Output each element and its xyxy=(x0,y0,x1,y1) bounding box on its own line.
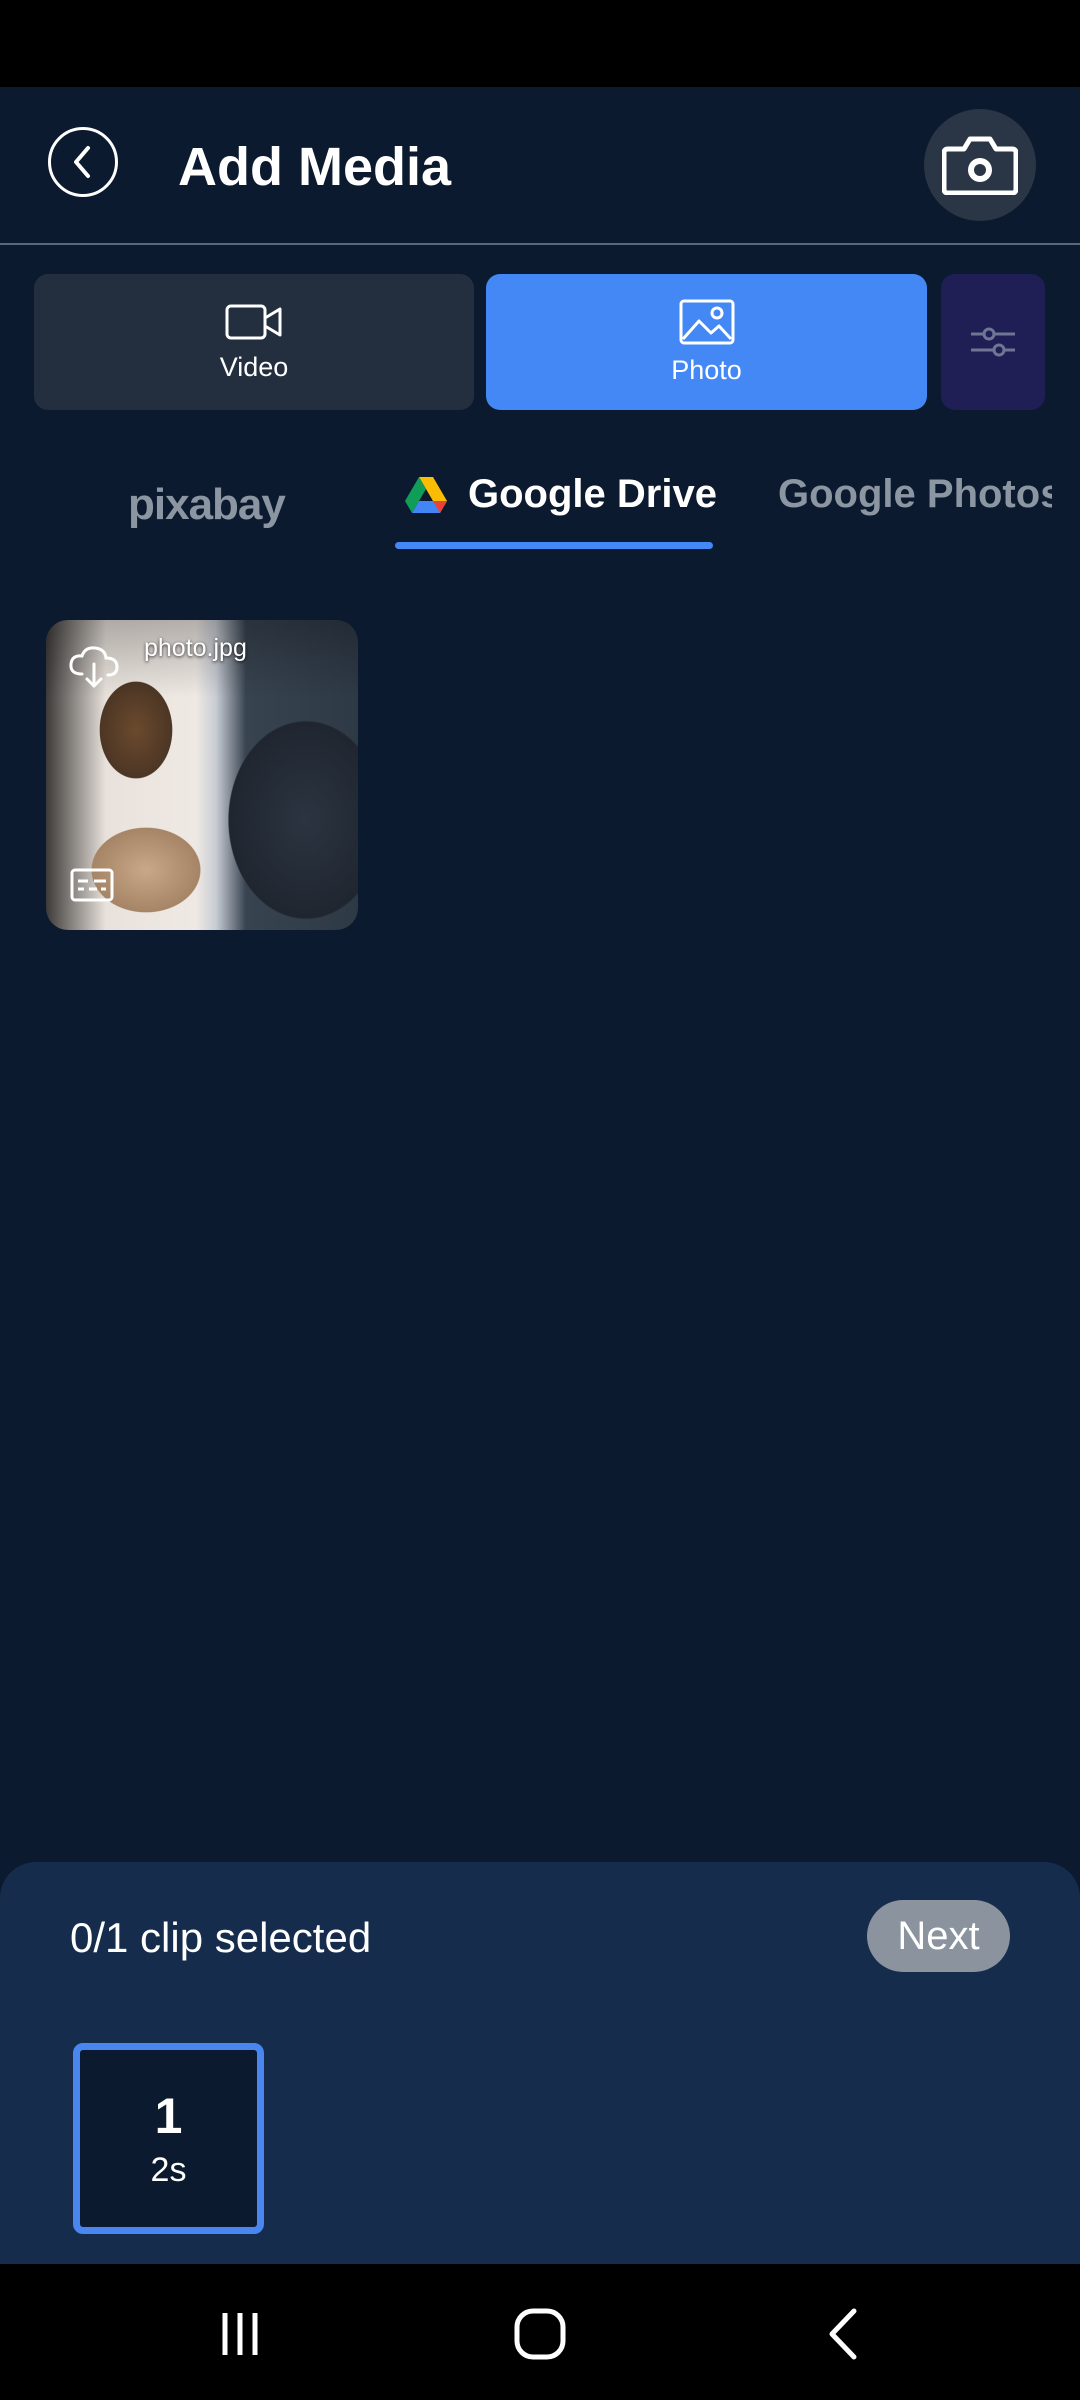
camera-button[interactable] xyxy=(924,109,1036,221)
selection-sheet: 0/1 clip selected Next 1 2s xyxy=(0,1862,1080,2264)
recents-button[interactable] xyxy=(200,2304,280,2364)
recents-icon xyxy=(222,2313,258,2355)
media-item-name: photo.jpg xyxy=(144,634,247,662)
tab-google-drive-label: Google Drive xyxy=(468,472,717,516)
cloud-download-icon xyxy=(69,646,119,688)
clip-selection-status: 0/1 clip selected xyxy=(70,1914,372,1961)
source-tabs: pixabay Google Drive Google Photos xyxy=(0,450,1080,560)
video-toggle-label: Video xyxy=(219,351,289,382)
media-item-photo[interactable]: photo.jpg xyxy=(46,620,358,930)
tab-google-photos-label: Google Photos xyxy=(778,472,1052,516)
clip-slot[interactable]: 1 2s xyxy=(73,2043,264,2234)
tab-google-photos[interactable]: Google Photos xyxy=(760,472,1052,517)
photo-toggle-button[interactable]: Photo xyxy=(486,274,927,410)
clip-slot-duration: 2s xyxy=(150,2150,187,2189)
home-icon xyxy=(514,2308,566,2360)
tab-google-drive[interactable]: Google Drive xyxy=(404,472,717,517)
clip-slot-number: 1 xyxy=(154,2087,183,2144)
back-nav-icon xyxy=(829,2308,857,2360)
filter-button[interactable] xyxy=(941,274,1045,410)
back-nav-button[interactable] xyxy=(804,2304,884,2364)
video-toggle-button[interactable]: Video xyxy=(34,274,474,410)
next-button[interactable]: Next xyxy=(867,1900,1010,1972)
google-drive-icon xyxy=(405,476,447,513)
system-nav-bar xyxy=(0,2264,1080,2400)
image-type-icon xyxy=(70,868,114,902)
photo-icon xyxy=(679,299,734,344)
photo-toggle-label: Photo xyxy=(671,354,742,385)
app-header: Add Media xyxy=(0,87,1080,245)
back-button[interactable] xyxy=(48,127,118,197)
tab-pixabay[interactable]: pixabay xyxy=(128,480,286,530)
active-tab-indicator xyxy=(395,542,713,549)
home-button[interactable] xyxy=(500,2304,580,2364)
video-icon xyxy=(225,304,282,339)
back-icon xyxy=(74,146,90,178)
status-bar xyxy=(0,0,1080,87)
filter-icon xyxy=(971,327,1015,357)
camera-icon xyxy=(942,136,1018,195)
page-title: Add Media xyxy=(178,137,452,197)
